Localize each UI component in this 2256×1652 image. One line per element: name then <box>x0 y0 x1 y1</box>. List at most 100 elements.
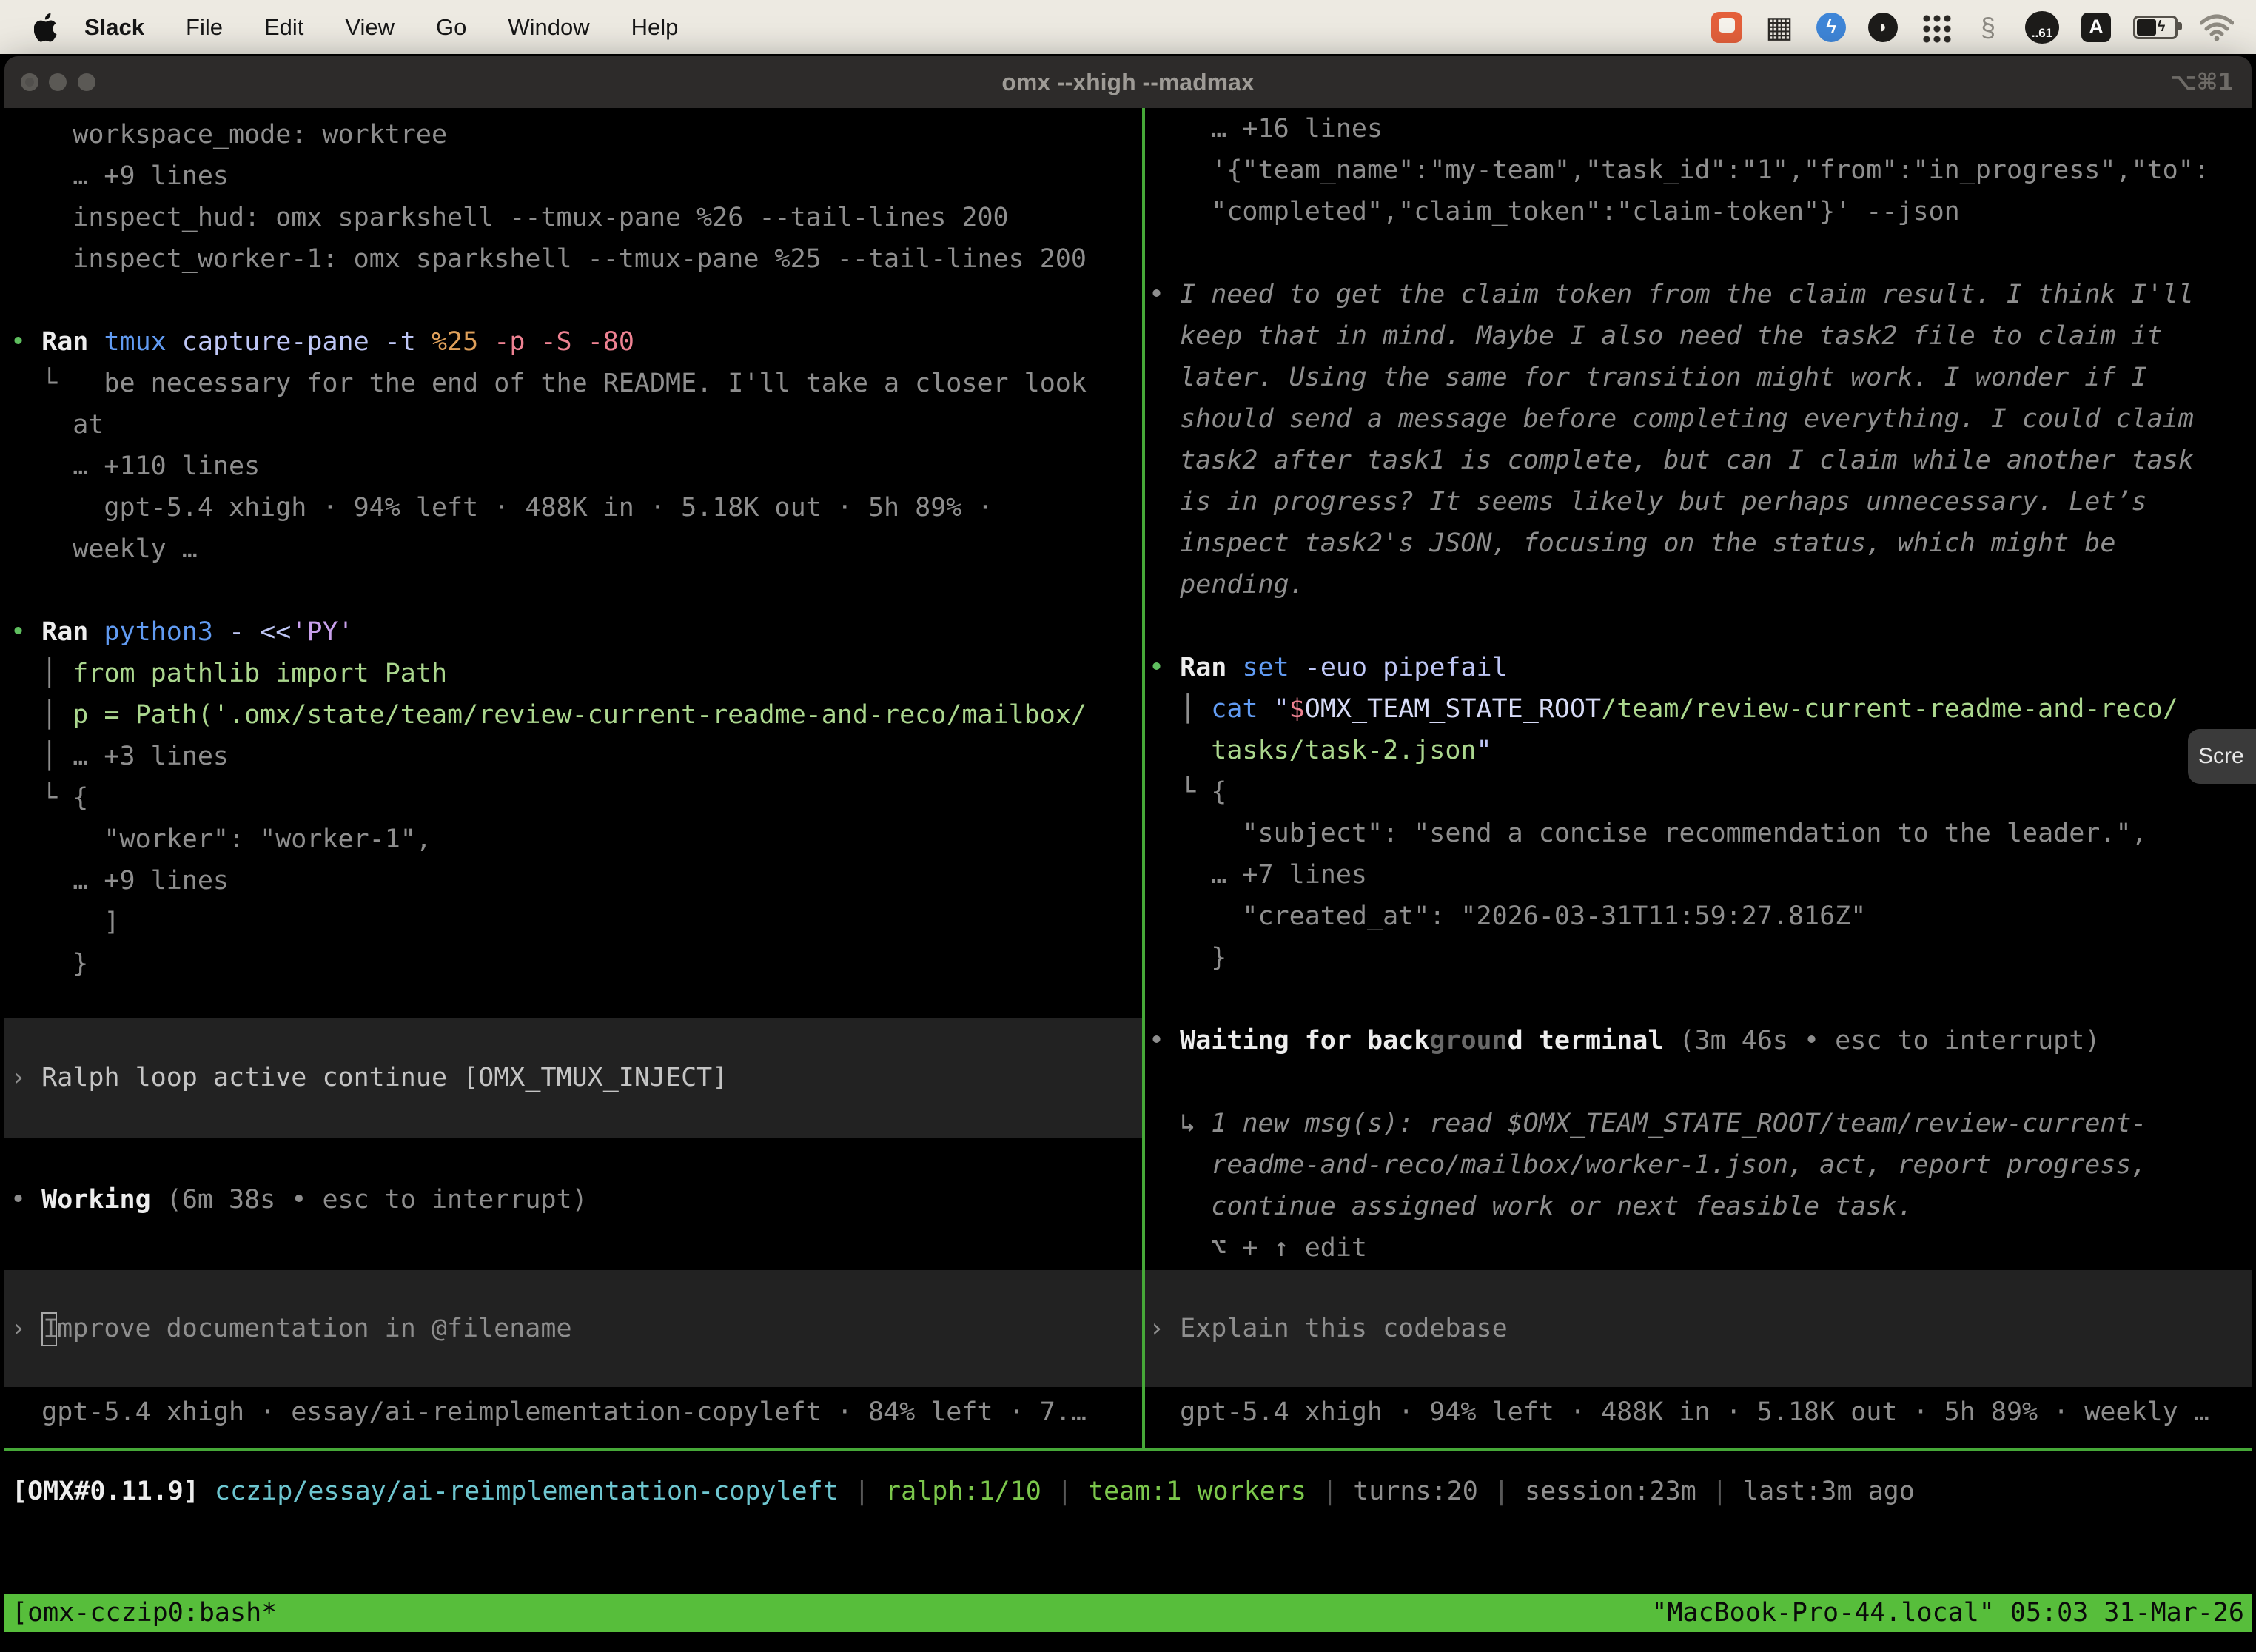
terminal-text: › Explain this codebase <box>1149 1314 1508 1343</box>
terminal-text: | <box>1306 1477 1353 1506</box>
terminal-text: "completed","claim_token":"claim-token"}… <box>1149 197 1960 226</box>
prompt-suggestion[interactable]: › Explain this codebase <box>1143 1270 2252 1387</box>
terminal-text: turns:20 <box>1353 1477 1478 1506</box>
terminal-line: } <box>1149 937 1226 978</box>
terminal-text: tasks/task-2.json <box>1149 736 1477 765</box>
menu-item-help[interactable]: Help <box>611 0 699 54</box>
terminal-text: OMX_TEAM_STATE_ROOT <box>1305 694 1601 724</box>
terminal-line: "created_at": "2026-03-31T11:59:27.816Z" <box>1149 896 1866 937</box>
terminal-text: Ran <box>1180 653 1226 682</box>
screen-share-overlay[interactable]: Scre <box>2188 729 2256 784</box>
terminal-text: • <box>10 1185 41 1215</box>
terminal-text: gpt-5.4 xhigh · 94% left · 488K in · 5.1… <box>10 493 993 523</box>
terminal-text: is in progress? It seems likely but perh… <box>1149 487 2147 517</box>
tmux-session-label: [omx-cczip0:bash* <box>12 1594 277 1632</box>
terminal-text: "subject": "send a concise recommendatio… <box>1149 819 2147 848</box>
chat-app-icon[interactable] <box>1711 12 1742 43</box>
terminal-text: mprove documentation in @filename <box>57 1314 571 1343</box>
terminal-text: │ … +3 lines <box>10 742 229 771</box>
menu-item-edit[interactable]: Edit <box>244 0 324 54</box>
terminal-line: inspect_hud: omx sparkshell --tmux-pane … <box>10 197 1009 238</box>
window-shortcut-badge: ⌥⌘1 <box>2170 56 2234 108</box>
terminal-line: │ from pathlib import Path <box>10 653 447 694</box>
terminal-text: should send a message before completing … <box>1149 404 2194 434</box>
apple-logo-icon[interactable] <box>34 13 59 42</box>
input-source-icon[interactable]: A <box>2081 13 2111 42</box>
terminal-text: [OMX#0.11.9] <box>12 1477 199 1506</box>
window-title: omx --xhigh --madmax <box>4 56 2252 108</box>
terminal-text: gpt-5.4 xhigh · essay/ai-reimplementatio… <box>10 1397 1087 1427</box>
battery-icon[interactable]: ϟ <box>2133 16 2178 39</box>
terminal-text: Ran <box>41 327 88 357</box>
prompt-input[interactable]: › Improve documentation in @filename <box>4 1270 1142 1387</box>
terminal-text: set <box>1226 653 1289 682</box>
menu-item-view[interactable]: View <box>324 0 415 54</box>
dots-grid-icon[interactable] <box>1920 12 1951 43</box>
terminal-line: └ { <box>10 777 88 819</box>
terminal-text: } <box>1149 943 1226 973</box>
terminal-text: capture-pane -t <box>167 327 432 357</box>
prompt-input-text: › Improve documentation in @filename <box>10 1308 572 1349</box>
terminal-line: │ p = Path('.omx/state/team/review-curre… <box>10 694 1087 736</box>
terminal-line: ⌥ + ↑ edit <box>1149 1227 1367 1269</box>
terminal-line: inspect task2's JSON, focusing on the st… <box>1149 523 2115 564</box>
terminal-line: '{"team_name":"my-team","task_id":"1","f… <box>1149 150 2209 191</box>
terminal-text: team:1 workers <box>1088 1477 1306 1506</box>
terminal-line: … +110 lines <box>10 446 260 487</box>
tmux-pane-left[interactable]: workspace_mode: worktree … +9 lines insp… <box>4 108 1142 1451</box>
wifi-icon[interactable] <box>2200 10 2234 45</box>
terminal-text: │ <box>1149 694 1211 724</box>
terminal-text: Working <box>41 1185 151 1215</box>
terminal-text: └ be necessary for the end of the README… <box>10 369 1087 398</box>
omx-status-line: [OMX#0.11.9] cczip/essay/ai-reimplementa… <box>12 1471 1915 1512</box>
menu-item-file[interactable]: File <box>165 0 244 54</box>
prompt-suggestion-text: › Explain this codebase <box>1149 1308 1508 1349</box>
terminal-text: at <box>10 410 104 440</box>
terminal-line: • I need to get the claim token from the… <box>1149 274 2194 315</box>
window-title-bar[interactable]: omx --xhigh --madmax ⌥⌘1 <box>4 56 2252 108</box>
tmux-pane-right[interactable]: … +16 lines '{"team_name":"my-team","tas… <box>1143 108 2252 1451</box>
terminal-text: │ <box>10 659 73 688</box>
terminal-text: later. Using the same for transition mig… <box>1149 363 2147 392</box>
pane-divider-vertical[interactable] <box>1142 108 1145 1451</box>
terminal-text: pending. <box>1149 570 1305 600</box>
terminal-line: pending. <box>1149 564 1305 605</box>
terminal-text: gpt-5.4 xhigh · 94% left · 488K in · 5.1… <box>1149 1397 2209 1427</box>
terminal-text: tmux <box>88 327 166 357</box>
terminal-text: › <box>10 1314 41 1343</box>
terminal-text: … +110 lines <box>10 451 260 481</box>
terminal-text: › <box>10 1063 41 1092</box>
terminal-text: "created_at": "2026-03-31T11:59:27.816Z" <box>1149 901 1866 931</box>
terminal-text: p = Path('.omx/state/team/review-current… <box>73 700 1087 730</box>
terminal-text: " <box>1477 736 1492 765</box>
squiggle-icon[interactable]: § <box>1973 10 2003 45</box>
terminal-text: cat <box>1211 694 1258 724</box>
terminal-line: tasks/task-2.json" <box>1149 730 1492 771</box>
menu-item-window[interactable]: Window <box>487 0 610 54</box>
terminal-text: task2 after task1 is complete, but can I… <box>1149 446 2194 475</box>
terminal-text: session:23m <box>1525 1477 1696 1506</box>
terminal-text: /team/review-current-readme-and-reco/ <box>1601 694 2178 724</box>
shield-grid-icon[interactable]: ▦ <box>1765 10 1794 45</box>
terminal-line: weekly … <box>10 528 198 570</box>
terminal-text: 1 new msg(s): read $OMX_TEAM_STATE_ROOT/… <box>1211 1109 2146 1138</box>
menu-item-go[interactable]: Go <box>415 0 487 54</box>
moon-circle-icon[interactable]: ◗ <box>1868 13 1898 42</box>
menu-app-name[interactable]: Slack <box>59 0 165 54</box>
terminal-text: d terminal <box>1508 1026 1664 1055</box>
terminal-line: readme-and-reco/mailbox/worker-1.json, a… <box>1149 1144 2147 1186</box>
terminal-line: • Ran python3 - <<'PY' <box>10 611 354 653</box>
bolt-circle-icon[interactable]: ϟ <box>1816 13 1846 42</box>
terminal-text: | <box>1041 1477 1088 1506</box>
terminal-line: gpt-5.4 xhigh · 94% left · 488K in · 5.1… <box>1149 1391 2209 1433</box>
terminal-line: keep that in mind. Maybe I also need the… <box>1149 315 2163 357</box>
terminal-text: │ <box>10 700 73 730</box>
terminal-text: weekly … <box>10 534 198 564</box>
terminal-text: -p -S -80 <box>478 327 634 357</box>
terminal-text: ] <box>10 907 120 937</box>
terminal-text: " <box>1258 694 1289 724</box>
terminal-text: '{"team_name":"my-team","task_id":"1","f… <box>1149 155 2209 185</box>
terminal-line: inspect_worker-1: omx sparkshell --tmux-… <box>10 238 1087 280</box>
terminal-line: workspace_mode: worktree <box>10 114 447 155</box>
timer-circle-icon[interactable]: ..61 <box>2025 11 2059 44</box>
